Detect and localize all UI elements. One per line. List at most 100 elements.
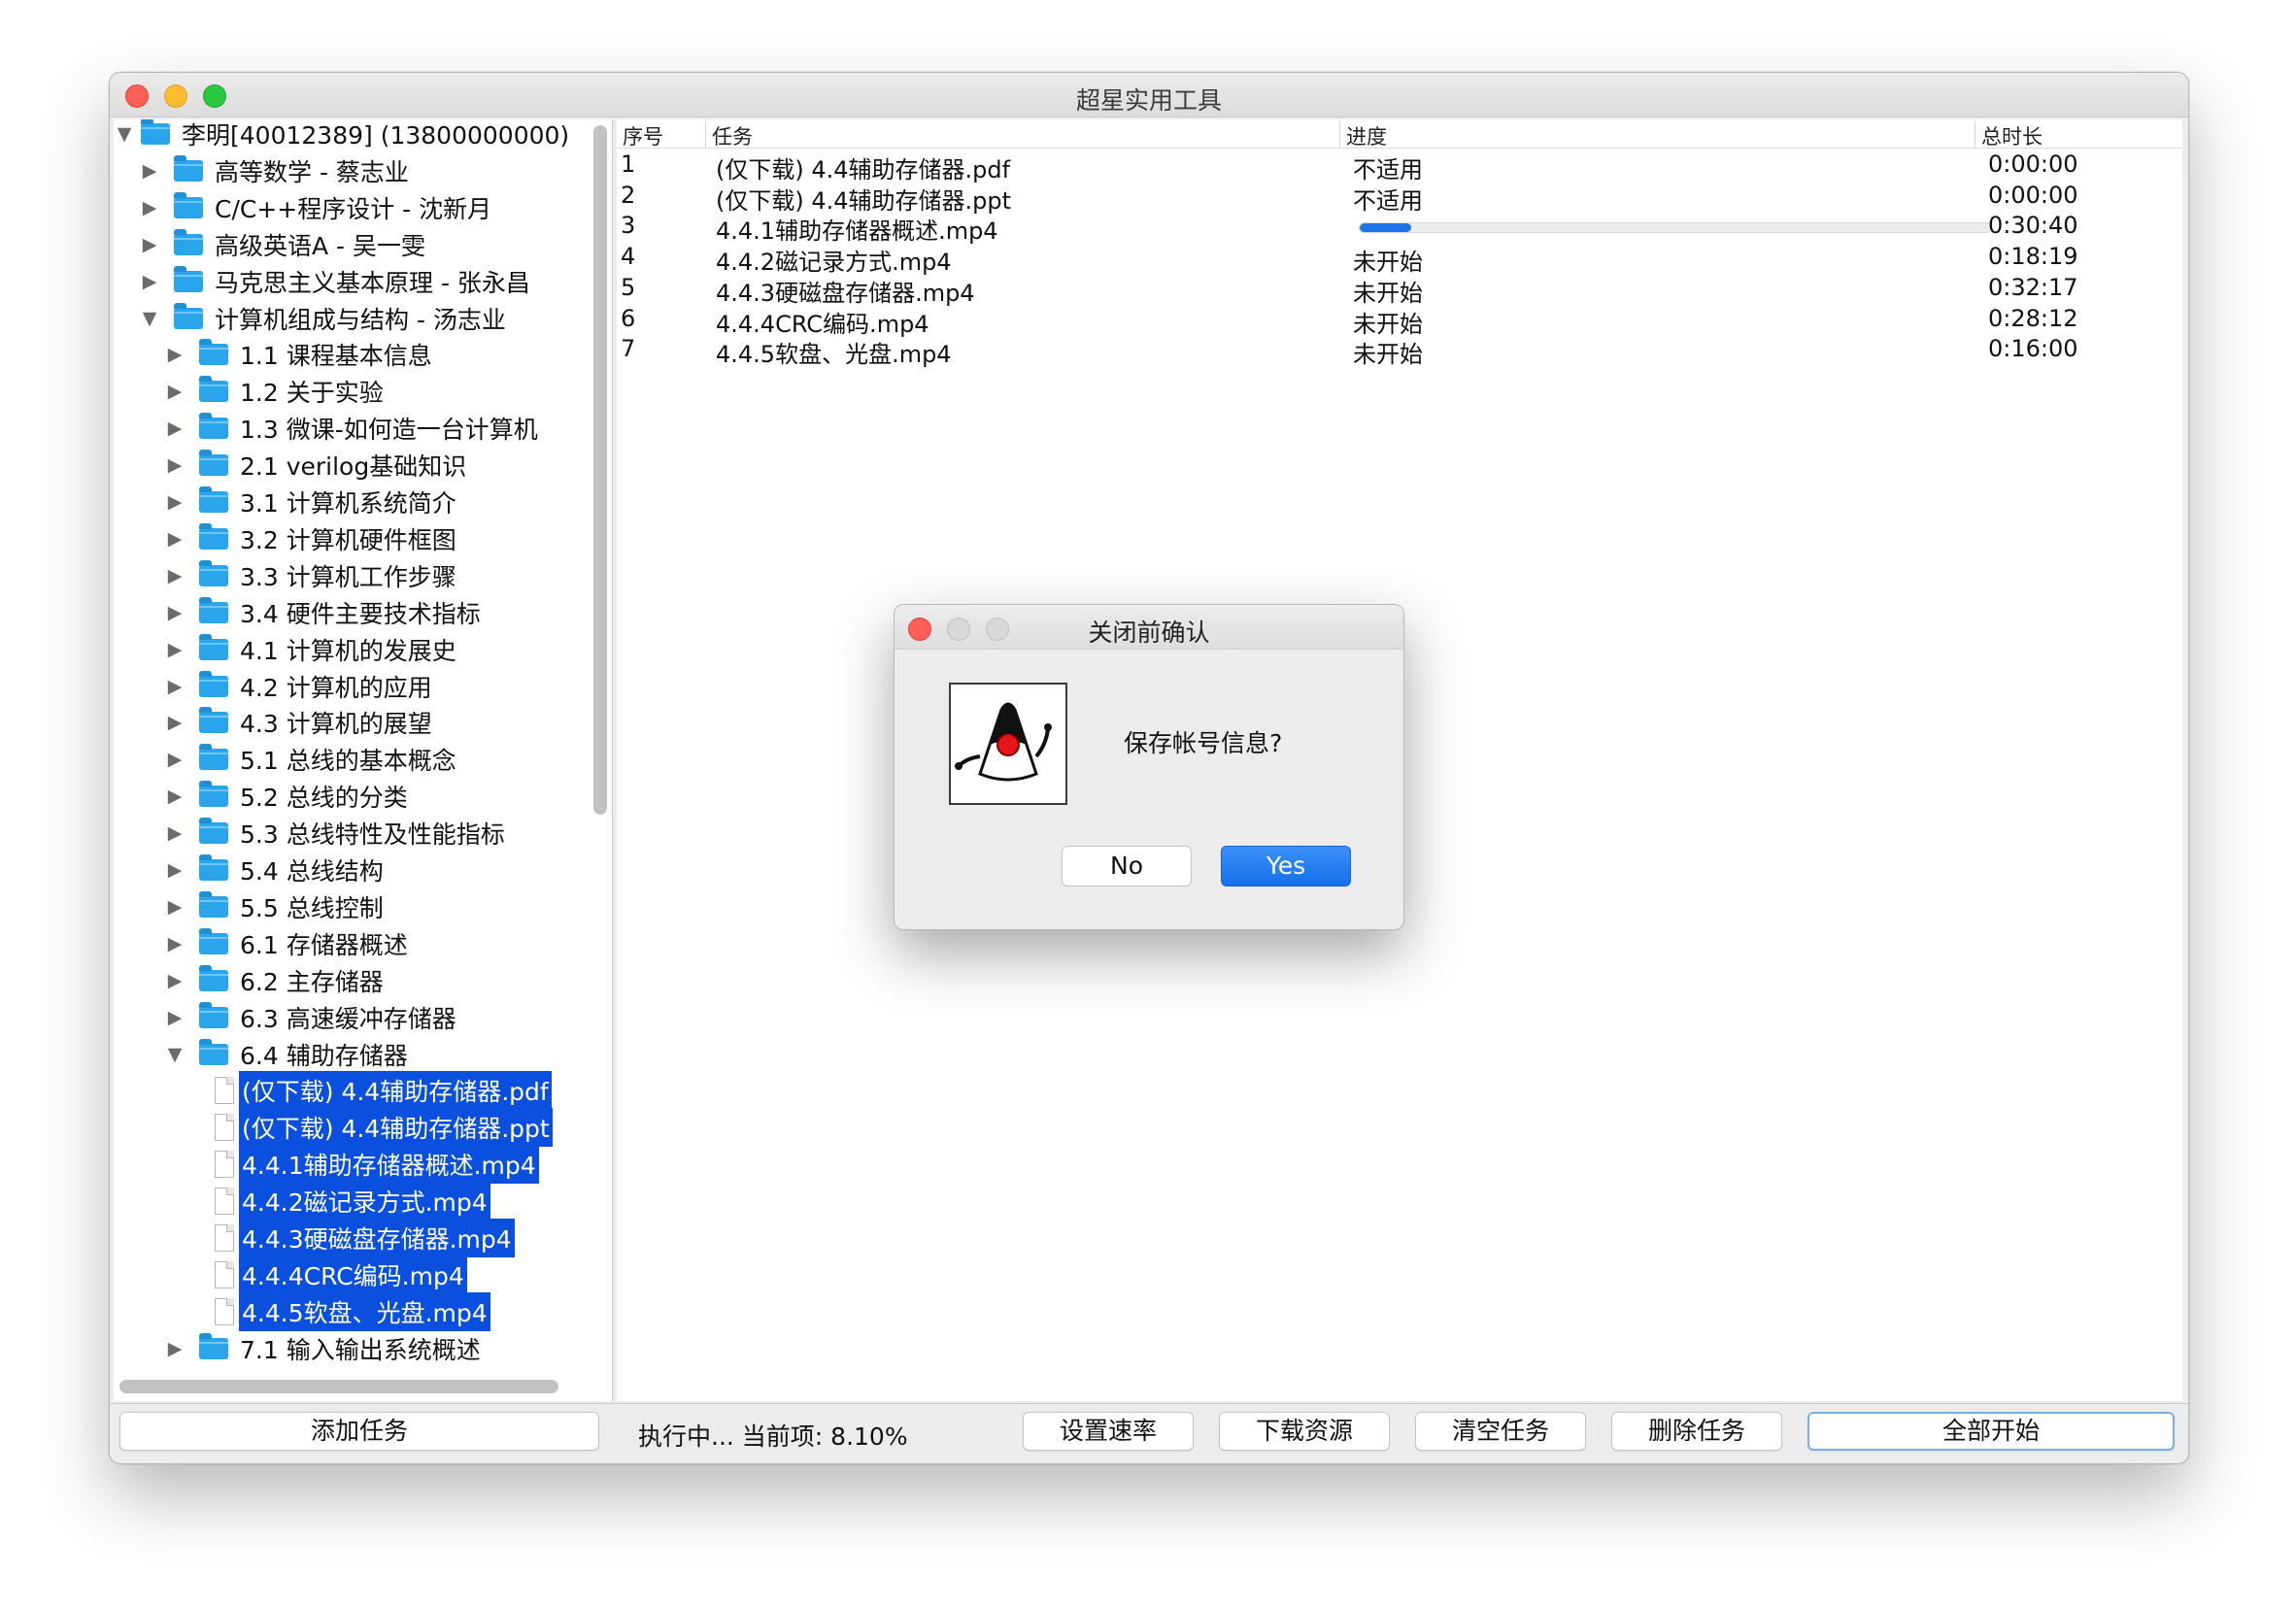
collapsed-arrow-icon[interactable]: ▶ bbox=[164, 786, 186, 807]
collapsed-arrow-icon[interactable]: ▶ bbox=[164, 676, 186, 697]
tree-chapter-label: 4.1 计算机的发展史 bbox=[240, 636, 456, 665]
tree-chapter-label: 6.4 辅助存储器 bbox=[240, 1041, 408, 1070]
tree-chapter-label: 2.1 verilog基础知识 bbox=[240, 452, 467, 482]
collapsed-arrow-icon[interactable]: ▶ bbox=[164, 602, 186, 623]
tree-chapter-item[interactable]: ▶ 4.3 计算机的展望 bbox=[164, 704, 435, 741]
tree-chapter-item[interactable]: ▶ 5.5 总线控制 bbox=[164, 888, 387, 925]
tree-chapter-item[interactable]: ▶ 5.2 总线的分类 bbox=[164, 778, 411, 815]
tree-file-item[interactable]: 4.4.5软盘、光盘.mp4 bbox=[215, 1291, 490, 1331]
tree-chapter-item[interactable]: ▶ 4.2 计算机的应用 bbox=[164, 668, 435, 705]
folder-icon bbox=[174, 265, 203, 292]
folder-icon bbox=[199, 450, 228, 477]
collapsed-arrow-icon[interactable]: ▶ bbox=[139, 197, 160, 218]
table-row[interactable]: 1 (仅下载) 4.4辅助存储器.pdf 不适用 0:00:00 bbox=[617, 149, 2182, 184]
tree-chapter-label: 1.2 关于实验 bbox=[240, 379, 384, 408]
collapsed-arrow-icon[interactable]: ▶ bbox=[164, 418, 186, 439]
header-task[interactable]: 任务 bbox=[706, 121, 1340, 149]
course-tree[interactable]: ▼ 李明[40012389] (13800000000) ▶ 高等数学 - 蔡志业… bbox=[114, 119, 613, 1401]
folder-icon bbox=[199, 890, 228, 918]
tree-course-item[interactable]: ▶ 高等数学 - 蔡志业 bbox=[139, 152, 412, 189]
tree-chapter-item[interactable]: ▶ 6.3 高速缓冲存储器 bbox=[164, 999, 459, 1036]
tree-file-item[interactable]: 4.4.1辅助存储器概述.mp4 bbox=[215, 1145, 539, 1185]
folder-icon bbox=[174, 191, 203, 218]
tree-chapter-item[interactable]: ▶ 1.3 微课-如何造一台计算机 bbox=[164, 410, 541, 447]
header-duration[interactable]: 总时长 bbox=[1975, 121, 2170, 149]
start-all-button[interactable]: 全部开始 bbox=[1807, 1412, 2175, 1451]
window-title: 超星实用工具 bbox=[1075, 86, 1222, 115]
collapsed-arrow-icon[interactable]: ▶ bbox=[164, 344, 186, 365]
tree-chapter-label: 7.1 输入输出系统概述 bbox=[240, 1335, 481, 1364]
dialog-title-bar[interactable]: 关闭前确认 bbox=[895, 605, 1403, 650]
tree-course-item[interactable]: ▶ C/C++程序设计 - 沈新月 bbox=[139, 189, 494, 226]
collapsed-arrow-icon[interactable]: ▶ bbox=[164, 491, 186, 513]
tree-chapter-item[interactable]: ▶ 5.1 总线的基本概念 bbox=[164, 741, 459, 778]
tree-course-item[interactable]: ▼ 计算机组成与结构 - 汤志业 bbox=[139, 300, 509, 337]
tree-chapter-item[interactable]: ▶ 5.4 总线结构 bbox=[164, 852, 387, 888]
cell-duration: 0:30:40 bbox=[1988, 212, 2078, 240]
tree-root[interactable]: ▼ 李明[40012389] (13800000000) bbox=[114, 119, 572, 152]
collapsed-arrow-icon[interactable]: ▶ bbox=[139, 160, 160, 182]
table-row[interactable]: 2 (仅下载) 4.4辅助存储器.ppt 不适用 0:00:00 bbox=[617, 180, 2182, 215]
table-row[interactable]: 3 4.4.1辅助存储器概述.mp4 0:30:40 bbox=[617, 210, 2182, 245]
header-index[interactable]: 序号 bbox=[617, 121, 706, 149]
delete-task-button[interactable]: 删除任务 bbox=[1611, 1412, 1782, 1451]
tree-chapter-item[interactable]: ▶ 4.1 计算机的发展史 bbox=[164, 631, 459, 668]
clear-tasks-button[interactable]: 清空任务 bbox=[1415, 1412, 1586, 1451]
header-progress[interactable]: 进度 bbox=[1340, 121, 1975, 149]
collapsed-arrow-icon[interactable]: ▶ bbox=[164, 639, 186, 660]
no-button[interactable]: No bbox=[1062, 846, 1192, 887]
collapsed-arrow-icon[interactable]: ▶ bbox=[164, 859, 186, 881]
tree-course-item[interactable]: ▶ 马克思主义基本原理 - 张永昌 bbox=[139, 263, 533, 300]
tree-file-item[interactable]: 4.4.2磁记录方式.mp4 bbox=[215, 1182, 490, 1221]
collapsed-arrow-icon[interactable]: ▶ bbox=[164, 1338, 186, 1359]
folder-icon bbox=[199, 964, 228, 991]
tree-chapter-item[interactable]: ▶ 2.1 verilog基础知识 bbox=[164, 447, 469, 484]
expanded-arrow-icon[interactable]: ▼ bbox=[139, 308, 160, 329]
tree-chapter-item[interactable]: ▶ 7.1 输入输出系统概述 bbox=[164, 1330, 484, 1367]
collapsed-arrow-icon[interactable]: ▶ bbox=[164, 822, 186, 844]
collapsed-arrow-icon[interactable]: ▶ bbox=[164, 528, 186, 550]
collapsed-arrow-icon[interactable]: ▶ bbox=[164, 896, 186, 918]
collapsed-arrow-icon[interactable]: ▶ bbox=[164, 1007, 186, 1028]
collapsed-arrow-icon[interactable]: ▶ bbox=[164, 454, 186, 476]
tree-chapter-item[interactable]: ▶ 3.3 计算机工作步骤 bbox=[164, 557, 459, 594]
tree-chapter-item[interactable]: ▶ 1.1 课程基本信息 bbox=[164, 336, 435, 373]
tree-chapter-item[interactable]: ▶ 3.2 计算机硬件框图 bbox=[164, 520, 459, 557]
expanded-arrow-icon[interactable]: ▼ bbox=[114, 123, 135, 145]
collapsed-arrow-icon[interactable]: ▶ bbox=[139, 271, 160, 292]
collapsed-arrow-icon[interactable]: ▶ bbox=[164, 565, 186, 586]
folder-icon bbox=[199, 376, 228, 403]
tree-horizontal-scrollbar[interactable] bbox=[119, 1380, 558, 1393]
table-row[interactable]: 5 4.4.3硬磁盘存储器.mp4 未开始 0:32:17 bbox=[617, 272, 2182, 307]
tree-chapter-item[interactable]: ▶ 1.2 关于实验 bbox=[164, 373, 387, 410]
collapsed-arrow-icon[interactable]: ▶ bbox=[164, 933, 186, 954]
tree-chapter-item[interactable]: ▼ 6.4 辅助存储器 bbox=[164, 1036, 411, 1073]
collapsed-arrow-icon[interactable]: ▶ bbox=[164, 970, 186, 991]
tree-chapter-item[interactable]: ▶ 6.1 存储器概述 bbox=[164, 925, 411, 962]
table-row[interactable]: 6 4.4.4CRC编码.mp4 未开始 0:28:12 bbox=[617, 303, 2182, 338]
folder-icon bbox=[174, 302, 203, 329]
collapsed-arrow-icon[interactable]: ▶ bbox=[164, 712, 186, 733]
tree-file-item[interactable]: (仅下载) 4.4辅助存储器.pdf bbox=[215, 1071, 552, 1111]
tree-chapter-item[interactable]: ▶ 3.1 计算机系统简介 bbox=[164, 484, 459, 520]
download-resources-button[interactable]: 下载资源 bbox=[1219, 1412, 1390, 1451]
tree-file-item[interactable]: 4.4.4CRC编码.mp4 bbox=[215, 1255, 467, 1294]
yes-button[interactable]: Yes bbox=[1221, 846, 1351, 887]
tree-vertical-scrollbar[interactable] bbox=[593, 125, 607, 815]
tree-chapter-item[interactable]: ▶ 6.2 主存储器 bbox=[164, 962, 387, 999]
tree-file-item[interactable]: 4.4.3硬磁盘存储器.mp4 bbox=[215, 1219, 515, 1257]
collapsed-arrow-icon[interactable]: ▶ bbox=[164, 381, 186, 402]
add-task-button[interactable]: 添加任务 bbox=[119, 1412, 599, 1451]
expanded-arrow-icon[interactable]: ▼ bbox=[164, 1044, 186, 1065]
tree-chapter-item[interactable]: ▶ 5.3 总线特性及性能指标 bbox=[164, 815, 508, 852]
collapsed-arrow-icon[interactable]: ▶ bbox=[139, 234, 160, 255]
tree-file-item[interactable]: (仅下载) 4.4辅助存储器.ppt bbox=[215, 1108, 553, 1148]
progress-bar-fill bbox=[1360, 223, 1411, 233]
collapsed-arrow-icon[interactable]: ▶ bbox=[164, 749, 186, 770]
title-bar[interactable]: 超星实用工具 bbox=[110, 73, 2188, 117]
table-row[interactable]: 4 4.4.2磁记录方式.mp4 未开始 0:18:19 bbox=[617, 241, 2182, 276]
tree-course-item[interactable]: ▶ 高级英语A - 吴一雯 bbox=[139, 226, 428, 263]
set-rate-button[interactable]: 设置速率 bbox=[1023, 1412, 1194, 1451]
table-row[interactable]: 7 4.4.5软盘、光盘.mp4 未开始 0:16:00 bbox=[617, 333, 2182, 368]
tree-chapter-item[interactable]: ▶ 3.4 硬件主要技术指标 bbox=[164, 594, 484, 631]
